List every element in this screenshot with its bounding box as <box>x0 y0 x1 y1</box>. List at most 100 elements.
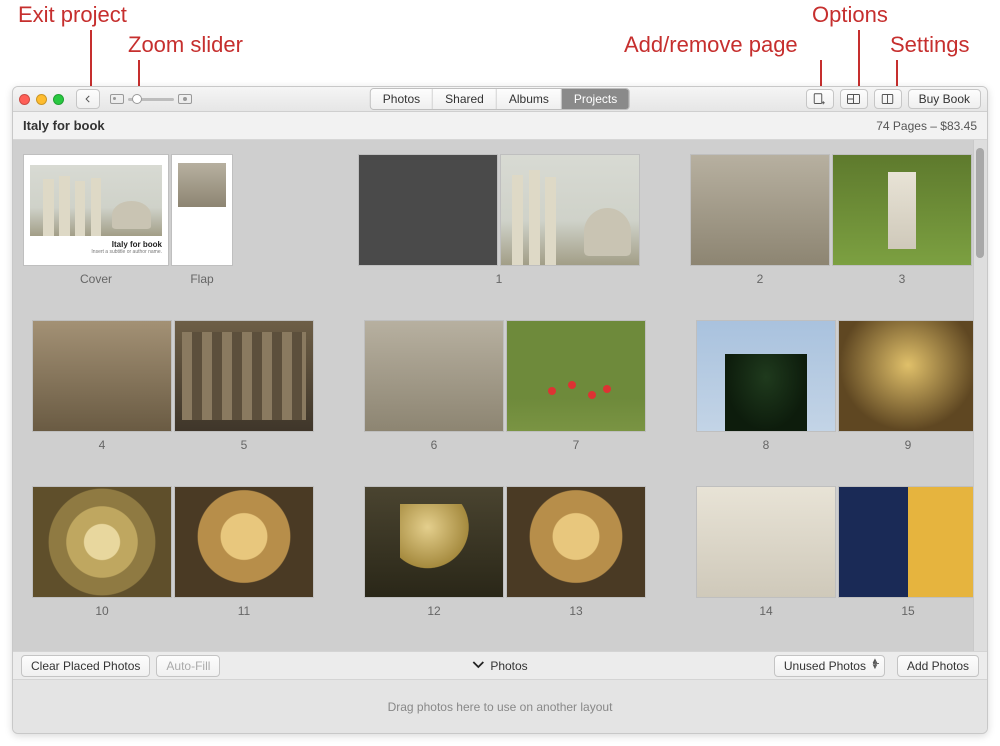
page-7[interactable] <box>506 320 646 432</box>
spread-8-9: 8 9 <box>691 320 983 452</box>
annotation-addremove: Add/remove page <box>624 32 798 58</box>
page-3[interactable] <box>832 154 972 266</box>
layout-options-button[interactable] <box>840 89 868 109</box>
annotation-settings: Settings <box>890 32 970 58</box>
page-8[interactable] <box>696 320 836 432</box>
page-10-photo <box>33 487 171 597</box>
page-1-label: 1 <box>357 272 641 286</box>
spread-12-13: 12 13 <box>359 486 651 618</box>
page-9-photo <box>839 321 977 431</box>
minimize-window[interactable] <box>36 94 47 105</box>
buy-book-button[interactable]: Buy Book <box>908 89 981 109</box>
page-cover[interactable]: Italy for book Insert a subtitle or auth… <box>23 154 169 266</box>
cover-photo <box>30 165 162 236</box>
annotation-zoom-line <box>138 60 140 88</box>
page-15[interactable] <box>838 486 978 598</box>
page-15-photo <box>839 487 977 597</box>
page-3-label: 3 <box>831 272 973 286</box>
page-13-label: 13 <box>505 604 647 618</box>
annotation-exit: Exit project <box>18 2 127 28</box>
spread-2-3: 2 3 <box>685 154 977 286</box>
clear-placed-photos-button[interactable]: Clear Placed Photos <box>21 655 150 677</box>
segment-shared[interactable]: Shared <box>433 89 497 109</box>
segment-photos[interactable]: Photos <box>371 89 433 109</box>
back-button[interactable] <box>76 89 100 109</box>
photos-toolbar: Clear Placed Photos Auto-Fill Photos Unu… <box>13 651 987 679</box>
segment-albums[interactable]: Albums <box>497 89 562 109</box>
select-arrows-icon: ▲▼ <box>871 658 879 670</box>
page-8-label: 8 <box>695 438 837 452</box>
spread-4-5: 4 5 <box>27 320 319 452</box>
page-3-photo <box>833 155 971 265</box>
page-5[interactable] <box>174 320 314 432</box>
page-2-label: 2 <box>689 272 831 286</box>
page-14-label: 14 <box>695 604 837 618</box>
page-flap[interactable] <box>171 154 233 266</box>
project-header: Italy for book 74 Pages – $83.45 <box>13 112 987 140</box>
page-9-label: 9 <box>837 438 979 452</box>
page-11[interactable] <box>174 486 314 598</box>
spread-6-7: 6 7 <box>359 320 651 452</box>
project-summary: 74 Pages – $83.45 <box>876 119 977 133</box>
traffic-lights <box>19 94 64 105</box>
photos-drawer-toggle[interactable]: Photos <box>472 659 527 673</box>
page-11-label: 11 <box>173 604 315 618</box>
page-12[interactable] <box>364 486 504 598</box>
page-10-label: 10 <box>31 604 173 618</box>
page-4[interactable] <box>32 320 172 432</box>
chevron-left-icon <box>83 94 93 104</box>
page-7-photo <box>507 321 645 431</box>
cover-block: Italy for book Insert a subtitle or auth… <box>23 154 233 286</box>
annotation-settings-line <box>896 60 898 88</box>
page-1-photo <box>501 155 639 265</box>
zoom-thumb[interactable] <box>132 94 142 104</box>
page-11-photo <box>175 487 313 597</box>
segment-projects[interactable]: Projects <box>562 89 629 109</box>
book-settings-icon <box>880 92 895 106</box>
photo-filter-select[interactable]: Unused Photos ▲▼ <box>774 655 885 677</box>
scrollbar-thumb[interactable] <box>976 148 984 258</box>
page-13[interactable] <box>506 486 646 598</box>
page-14[interactable] <box>696 486 836 598</box>
spread-14-15: 14 15 <box>691 486 983 618</box>
add-photos-button[interactable]: Add Photos <box>897 655 979 677</box>
add-remove-page-button[interactable] <box>806 89 834 109</box>
zoom-max-icon <box>178 94 192 104</box>
page-1[interactable] <box>500 154 640 266</box>
page-14-photo <box>697 487 835 597</box>
page-8-photo <box>697 321 835 431</box>
annotation-options: Options <box>812 2 888 28</box>
cover-title-text: Italy for book <box>112 240 162 249</box>
vertical-scrollbar[interactable] <box>973 140 987 651</box>
page-15-label: 15 <box>837 604 979 618</box>
annotation-exit-line <box>90 30 92 86</box>
close-window[interactable] <box>19 94 30 105</box>
photo-tray[interactable]: Drag photos here to use on another layou… <box>13 679 987 733</box>
photos-drawer-label: Photos <box>490 659 527 673</box>
layout-options-icon <box>846 92 861 106</box>
page-9[interactable] <box>838 320 978 432</box>
annotation-options-line <box>858 30 860 86</box>
titlebar: Photos Shared Albums Projects Buy Book <box>13 87 987 112</box>
spread-10-11: 10 11 <box>27 486 319 618</box>
auto-fill-button[interactable]: Auto-Fill <box>156 655 220 677</box>
chevron-down-icon <box>472 658 484 672</box>
cover-subtitle-text: Insert a subtitle or author name. <box>91 249 162 255</box>
zoom-min-icon <box>110 94 124 104</box>
page-2[interactable] <box>690 154 830 266</box>
flap-label: Flap <box>171 272 233 286</box>
zoom-window[interactable] <box>53 94 64 105</box>
book-settings-button[interactable] <box>874 89 902 109</box>
page-6[interactable] <box>364 320 504 432</box>
page-13-photo <box>507 487 645 597</box>
project-title: Italy for book <box>23 118 105 133</box>
page-inside-cover[interactable] <box>358 154 498 266</box>
pages-grid[interactable]: Italy for book Insert a subtitle or auth… <box>13 140 987 651</box>
annotation-zoom: Zoom slider <box>128 32 243 58</box>
photo-filter-value: Unused Photos <box>784 659 866 673</box>
page-7-label: 7 <box>505 438 647 452</box>
zoom-track[interactable] <box>128 98 174 101</box>
app-window: Photos Shared Albums Projects Buy Book I… <box>12 86 988 734</box>
zoom-slider[interactable] <box>110 94 192 104</box>
page-10[interactable] <box>32 486 172 598</box>
